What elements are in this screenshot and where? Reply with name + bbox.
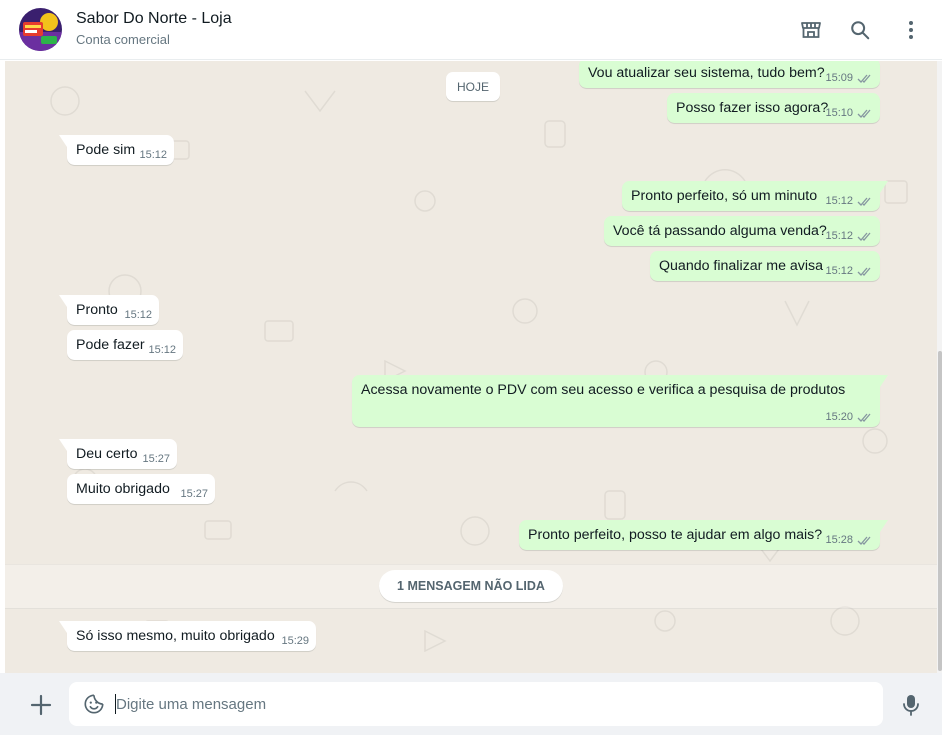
composer [0, 673, 942, 735]
read-check-icon [857, 195, 873, 206]
message-text: Pode fazer [76, 337, 145, 353]
unread-badge: 1 MENSAGEM NÃO LIDA [379, 570, 563, 602]
outgoing-message[interactable]: Você tá passando alguma venda? 15:12 [604, 216, 880, 246]
outgoing-message[interactable]: Vou atualizar seu sistema, tudo bem? 15:0… [579, 61, 880, 88]
attach-plus-icon[interactable] [28, 692, 54, 718]
outgoing-message[interactable]: Posso fazer isso agora? 15:10 [667, 93, 880, 123]
message-text: Pronto perfeito, posso te ajudar em algo… [528, 527, 823, 543]
message-text: Muito obrigado [76, 481, 170, 497]
contact-subtitle: Conta comercial [76, 32, 170, 47]
message-text: Vou atualizar seu sistema, tudo bem? [588, 65, 825, 81]
scroll-thumb[interactable] [938, 351, 942, 671]
emoji-icon[interactable] [83, 693, 105, 715]
incoming-message[interactable]: Pode sim 15:12 [59, 135, 174, 165]
message-text: Deu certo [76, 446, 138, 462]
incoming-message[interactable]: Pronto 15:12 [59, 295, 159, 325]
read-check-icon [857, 411, 873, 422]
message-time: 15:12 [825, 230, 853, 242]
message-time: 15:10 [825, 107, 853, 119]
chat-scrollbar[interactable] [937, 61, 942, 673]
bubble-tail [59, 135, 67, 147]
message-input-box[interactable] [69, 682, 883, 726]
outgoing-message[interactable]: Acessa novamente o PDV com seu acesso e … [352, 375, 888, 427]
message-time: 15:29 [281, 635, 309, 647]
bubble-tail [59, 295, 67, 307]
incoming-message[interactable]: Pode fazer 15:12 [67, 330, 183, 360]
message-time: 15:27 [142, 453, 170, 465]
read-check-icon [857, 72, 873, 83]
message-text: Pronto [76, 302, 118, 318]
incoming-message[interactable]: Deu certo 15:27 [59, 439, 177, 469]
outgoing-message[interactable]: Quando finalizar me avisa 15:12 [650, 251, 880, 281]
message-text: Pronto perfeito, só um minuto [631, 188, 818, 204]
search-icon[interactable] [847, 17, 873, 43]
chat-header: Sabor Do Norte - Loja Conta comercial [0, 0, 942, 60]
message-text: Você tá passando alguma venda? [613, 223, 827, 239]
bubble-tail [880, 375, 888, 387]
message-input[interactable] [116, 682, 856, 726]
microphone-icon[interactable] [900, 693, 922, 717]
message-text: Posso fazer isso agora? [676, 100, 829, 116]
incoming-message[interactable]: Muito obrigado 15:27 [67, 474, 215, 504]
message-text: Pode sim [76, 142, 136, 158]
bubble-tail [59, 439, 67, 451]
message-time: 15:20 [825, 411, 853, 423]
store-icon[interactable] [798, 17, 824, 43]
bubble-tail [880, 181, 888, 193]
message-time: 15:09 [825, 72, 853, 84]
message-text: Quando finalizar me avisa [659, 258, 824, 274]
read-check-icon [857, 107, 873, 118]
incoming-message[interactable]: Só isso mesmo, muito obrigado 15:29 [59, 621, 316, 651]
contact-avatar[interactable] [19, 8, 62, 51]
read-check-icon [857, 265, 873, 276]
message-time: 15:12 [825, 265, 853, 277]
message-time: 15:12 [825, 195, 853, 207]
message-list[interactable]: HOJE Vou atualizar seu sistema, tudo bem… [5, 61, 937, 673]
date-chip: HOJE [446, 72, 500, 101]
outgoing-message[interactable]: Pronto perfeito, só um minuto 15:12 [622, 181, 888, 211]
message-text: Só isso mesmo, muito obrigado [76, 628, 275, 644]
message-time: 15:27 [180, 488, 208, 500]
message-time: 15:12 [148, 344, 176, 356]
outgoing-message[interactable]: Pronto perfeito, posso te ajudar em algo… [519, 520, 888, 550]
menu-icon[interactable] [898, 17, 924, 43]
message-time: 15:28 [825, 534, 853, 546]
bubble-tail [880, 520, 888, 532]
message-time: 15:12 [139, 149, 167, 161]
message-text: Acessa novamente o PDV com seu acesso e … [361, 382, 846, 398]
read-check-icon [857, 534, 873, 545]
read-check-icon [857, 230, 873, 241]
bubble-tail [59, 621, 67, 633]
message-time: 15:12 [124, 309, 152, 321]
contact-name[interactable]: Sabor Do Norte - Loja [76, 10, 232, 28]
